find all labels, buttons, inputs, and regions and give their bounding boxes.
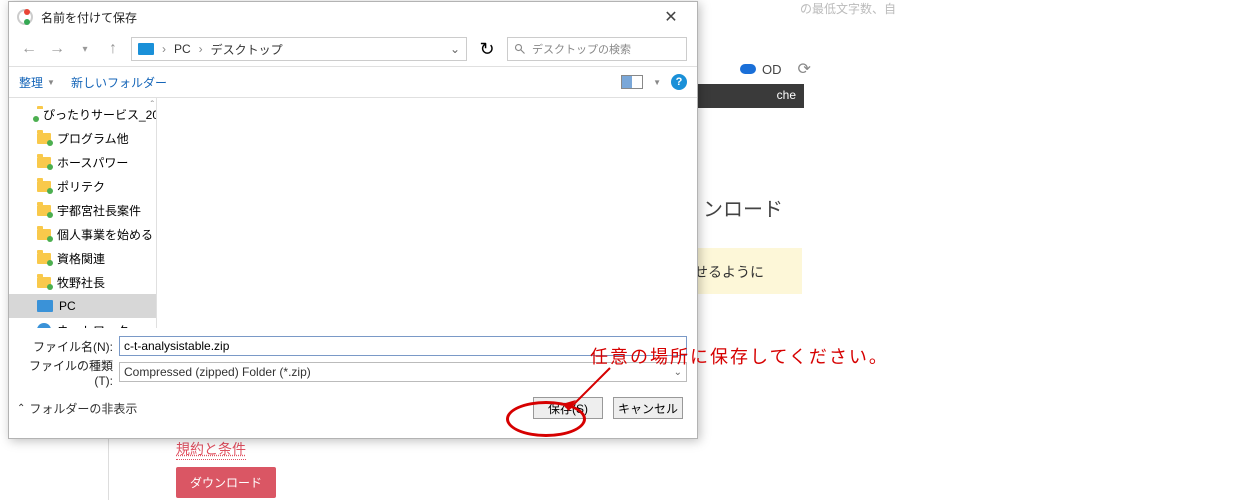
- breadcrumb-path[interactable]: デスクトップ: [211, 41, 283, 58]
- breadcrumb-root[interactable]: PC: [174, 42, 191, 56]
- tree-item-label: ホースパワー: [57, 154, 128, 171]
- tree-item-label: ぴったりサービス_20: [43, 106, 156, 123]
- tree-item-folder[interactable]: 牧野社長: [9, 270, 156, 294]
- nav-forward-button[interactable]: →: [47, 39, 67, 59]
- tree-item-network[interactable]: ネットワーク: [9, 318, 156, 328]
- folder-icon: [37, 277, 51, 288]
- pc-icon: [138, 43, 154, 55]
- folder-tree[interactable]: ˆ ぴったりサービス_20 プログラム他ホースパワーポリテク宇都宮社長案件個人事業…: [9, 98, 157, 328]
- tree-item-folder[interactable]: 個人事業を始める: [9, 222, 156, 246]
- close-button[interactable]: ✕: [649, 2, 693, 32]
- folder-icon: [37, 157, 51, 168]
- tree-item-label: ネットワーク: [57, 322, 129, 329]
- tree-item-label: PC: [59, 299, 76, 313]
- tree-item-folder[interactable]: プログラム他: [9, 126, 156, 150]
- bg-od-item: OD⟳: [740, 59, 811, 79]
- tree-item-folder[interactable]: ポリテク: [9, 174, 156, 198]
- file-list-pane[interactable]: [157, 98, 697, 328]
- tree-item-folder[interactable]: 資格関連: [9, 246, 156, 270]
- bg-dark-bar: che: [696, 84, 804, 108]
- dialog-titlebar: 名前を付けて保存 ✕: [9, 2, 697, 32]
- tree-item-label: 個人事業を始める: [57, 226, 153, 243]
- new-folder-button[interactable]: 新しいフォルダー: [71, 74, 167, 91]
- breadcrumb[interactable]: › PC › デスクトップ ⌄: [131, 37, 467, 61]
- tree-item-label: 宇都宮社長案件: [57, 202, 141, 219]
- search-placeholder: デスクトップの検索: [532, 41, 631, 57]
- tree-item-folder[interactable]: ホースパワー: [9, 150, 156, 174]
- tree-item-folder[interactable]: 宇都宮社長案件: [9, 198, 156, 222]
- dialog-title: 名前を付けて保存: [41, 9, 649, 26]
- scroll-up-icon[interactable]: ˆ: [151, 100, 154, 111]
- breadcrumb-dropdown-icon[interactable]: ⌄: [450, 42, 460, 56]
- nav-recent-button[interactable]: ▾: [75, 39, 95, 59]
- view-dropdown-icon[interactable]: ▼: [653, 78, 661, 87]
- save-button[interactable]: 保存(S): [533, 397, 603, 419]
- search-input[interactable]: デスクトップの検索: [507, 37, 687, 61]
- nav-back-button[interactable]: ←: [19, 39, 39, 59]
- nav-up-button[interactable]: ↑: [103, 39, 123, 59]
- search-icon: [514, 43, 526, 55]
- cancel-button[interactable]: キャンセル: [613, 397, 683, 419]
- network-icon: [37, 323, 51, 328]
- refresh-button[interactable]: ↻: [475, 37, 499, 61]
- bg-minor-text: の最低文字数、自: [800, 0, 896, 17]
- folder-icon: [37, 229, 51, 240]
- folder-icon: [37, 133, 51, 144]
- bg-page-heading: ンロード: [703, 193, 783, 222]
- tree-item-pc[interactable]: PC: [9, 294, 156, 318]
- organize-button[interactable]: 整理▼: [19, 74, 55, 91]
- annotation-text: 任意の場所に保存してください。: [590, 343, 889, 369]
- tree-item-folder[interactable]: ぴったりサービス_20: [9, 102, 156, 126]
- cloud-icon: [740, 64, 756, 74]
- terms-link[interactable]: 規約と条件: [176, 439, 246, 460]
- bg-notice-box: せるように: [690, 248, 802, 294]
- download-button[interactable]: ダウンロード: [176, 467, 276, 498]
- hide-folders-toggle[interactable]: ⌃フォルダーの非表示: [17, 400, 137, 417]
- chrome-icon: [17, 9, 33, 25]
- view-mode-button[interactable]: [621, 75, 643, 89]
- tree-item-label: プログラム他: [57, 130, 129, 147]
- folder-icon: [37, 205, 51, 216]
- tree-item-label: 資格関連: [57, 250, 105, 267]
- save-as-dialog: 名前を付けて保存 ✕ ← → ▾ ↑ › PC › デスクトップ ⌄ ↻ デスク…: [8, 1, 698, 439]
- toolbar: 整理▼ 新しいフォルダー ▼ ?: [9, 66, 697, 98]
- tree-item-label: 牧野社長: [57, 274, 105, 291]
- pc-icon: [37, 300, 53, 312]
- tree-item-label: ポリテク: [57, 178, 105, 195]
- help-button[interactable]: ?: [671, 74, 687, 90]
- folder-icon: [37, 181, 51, 192]
- filetype-label: ファイルの種類(T):: [19, 357, 119, 388]
- folder-icon: [37, 253, 51, 264]
- nav-row: ← → ▾ ↑ › PC › デスクトップ ⌄ ↻ デスクトップの検索: [9, 32, 697, 66]
- filename-label: ファイル名(N):: [19, 338, 119, 355]
